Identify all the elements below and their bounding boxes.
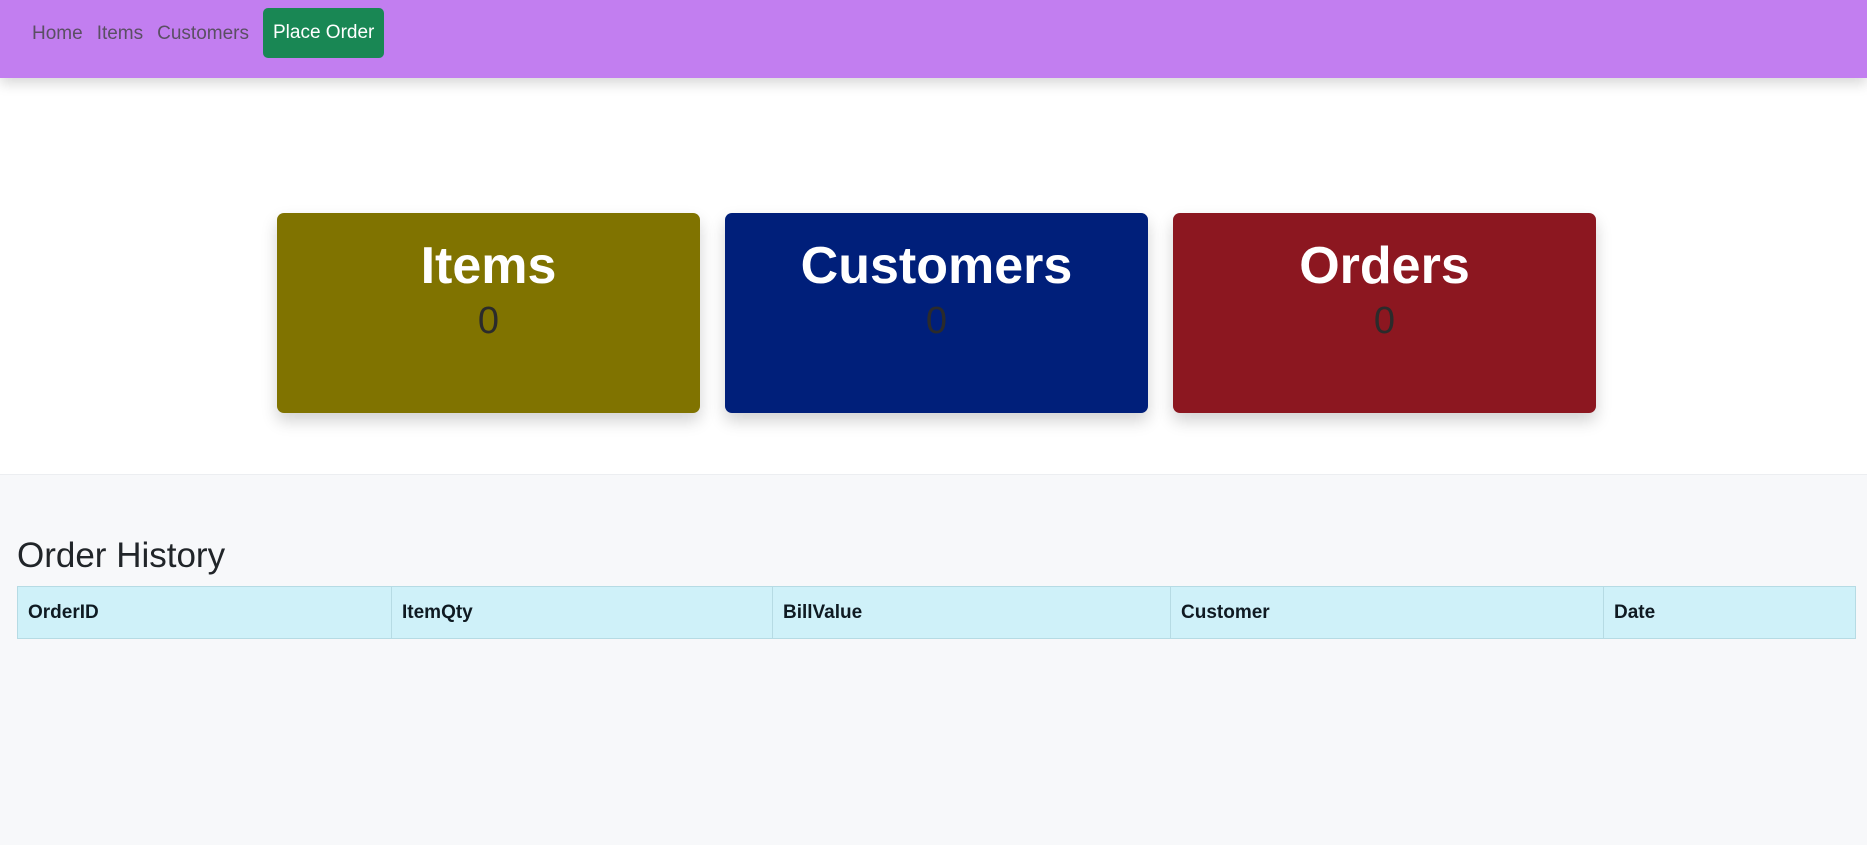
column-header-billvalue: BillValue [772,586,1171,639]
orders-card: Orders 0 [1173,213,1596,413]
items-card: Items 0 [277,213,700,413]
column-header-itemqty: ItemQty [391,586,773,639]
orders-card-title: Orders [1299,237,1470,295]
customers-card-title: Customers [800,237,1073,295]
order-history-table: OrderID ItemQty BillValue Customer Date [17,586,1856,639]
table-header-row: OrderID ItemQty BillValue Customer Date [17,586,1856,639]
nav-link-home[interactable]: Home [32,22,83,46]
nav-link-items[interactable]: Items [97,22,143,46]
column-header-orderid: OrderID [17,586,392,639]
column-header-date: Date [1603,586,1856,639]
nav-link-customers[interactable]: Customers [157,22,249,46]
customers-count: 0 [925,300,948,342]
order-history-section: Order History OrderID ItemQty BillValue … [0,474,1867,845]
customers-card: Customers 0 [725,213,1148,413]
order-history-title: Order History [17,536,226,575]
place-order-button[interactable]: Place Order [263,8,385,58]
items-card-title: Items [420,237,557,295]
stats-cards: Items 0 Customers 0 Orders 0 [277,213,1596,413]
orders-count: 0 [1373,300,1396,342]
items-count: 0 [477,300,500,342]
top-navbar: Home Items Customers Place Order [0,0,1867,78]
column-header-customer: Customer [1170,586,1604,639]
